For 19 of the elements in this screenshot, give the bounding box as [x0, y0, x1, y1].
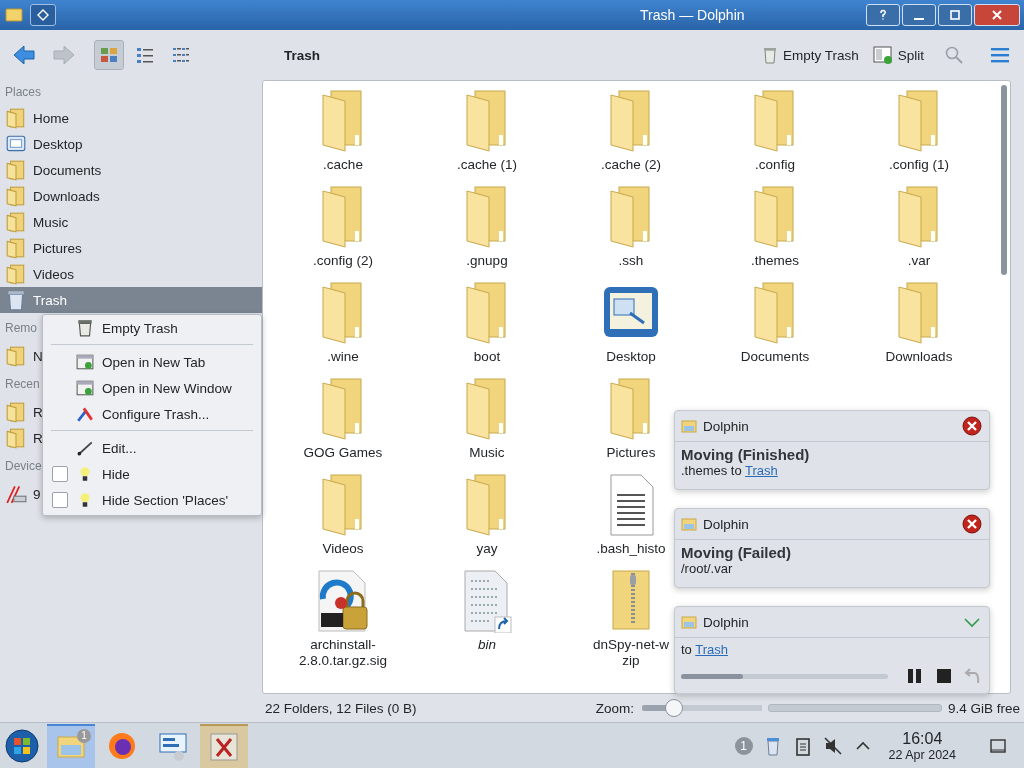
app-name: Dolphin — [703, 418, 749, 434]
window-title: Trash — Dolphin — [640, 7, 745, 23]
free-space-text: 9.4 GiB free — [947, 700, 1020, 716]
app-name: Dolphin — [703, 614, 749, 630]
section-header: Device — [5, 458, 42, 475]
zoom-label: Zoom: — [595, 700, 634, 716]
notification-title: Moving (Finished) — [681, 446, 811, 463]
clock-date: 22 Apr 2024 — [888, 748, 956, 762]
clock-time: 16:04 — [902, 730, 943, 748]
section-header: Remo — [5, 320, 37, 337]
notification-text: .themes to Trash — [681, 463, 779, 478]
section-header: Recen — [5, 376, 40, 393]
count-badge: 1 — [77, 729, 91, 743]
notification-text: /root/.var — [681, 561, 734, 576]
notification-text: to Trash — [681, 642, 729, 657]
app-name: Dolphin — [703, 516, 749, 532]
section-header: Places — [5, 84, 42, 101]
notification-title: Moving (Failed) — [681, 544, 792, 561]
status-text: 22 Folders, 12 Files (0 B) — [265, 700, 417, 716]
